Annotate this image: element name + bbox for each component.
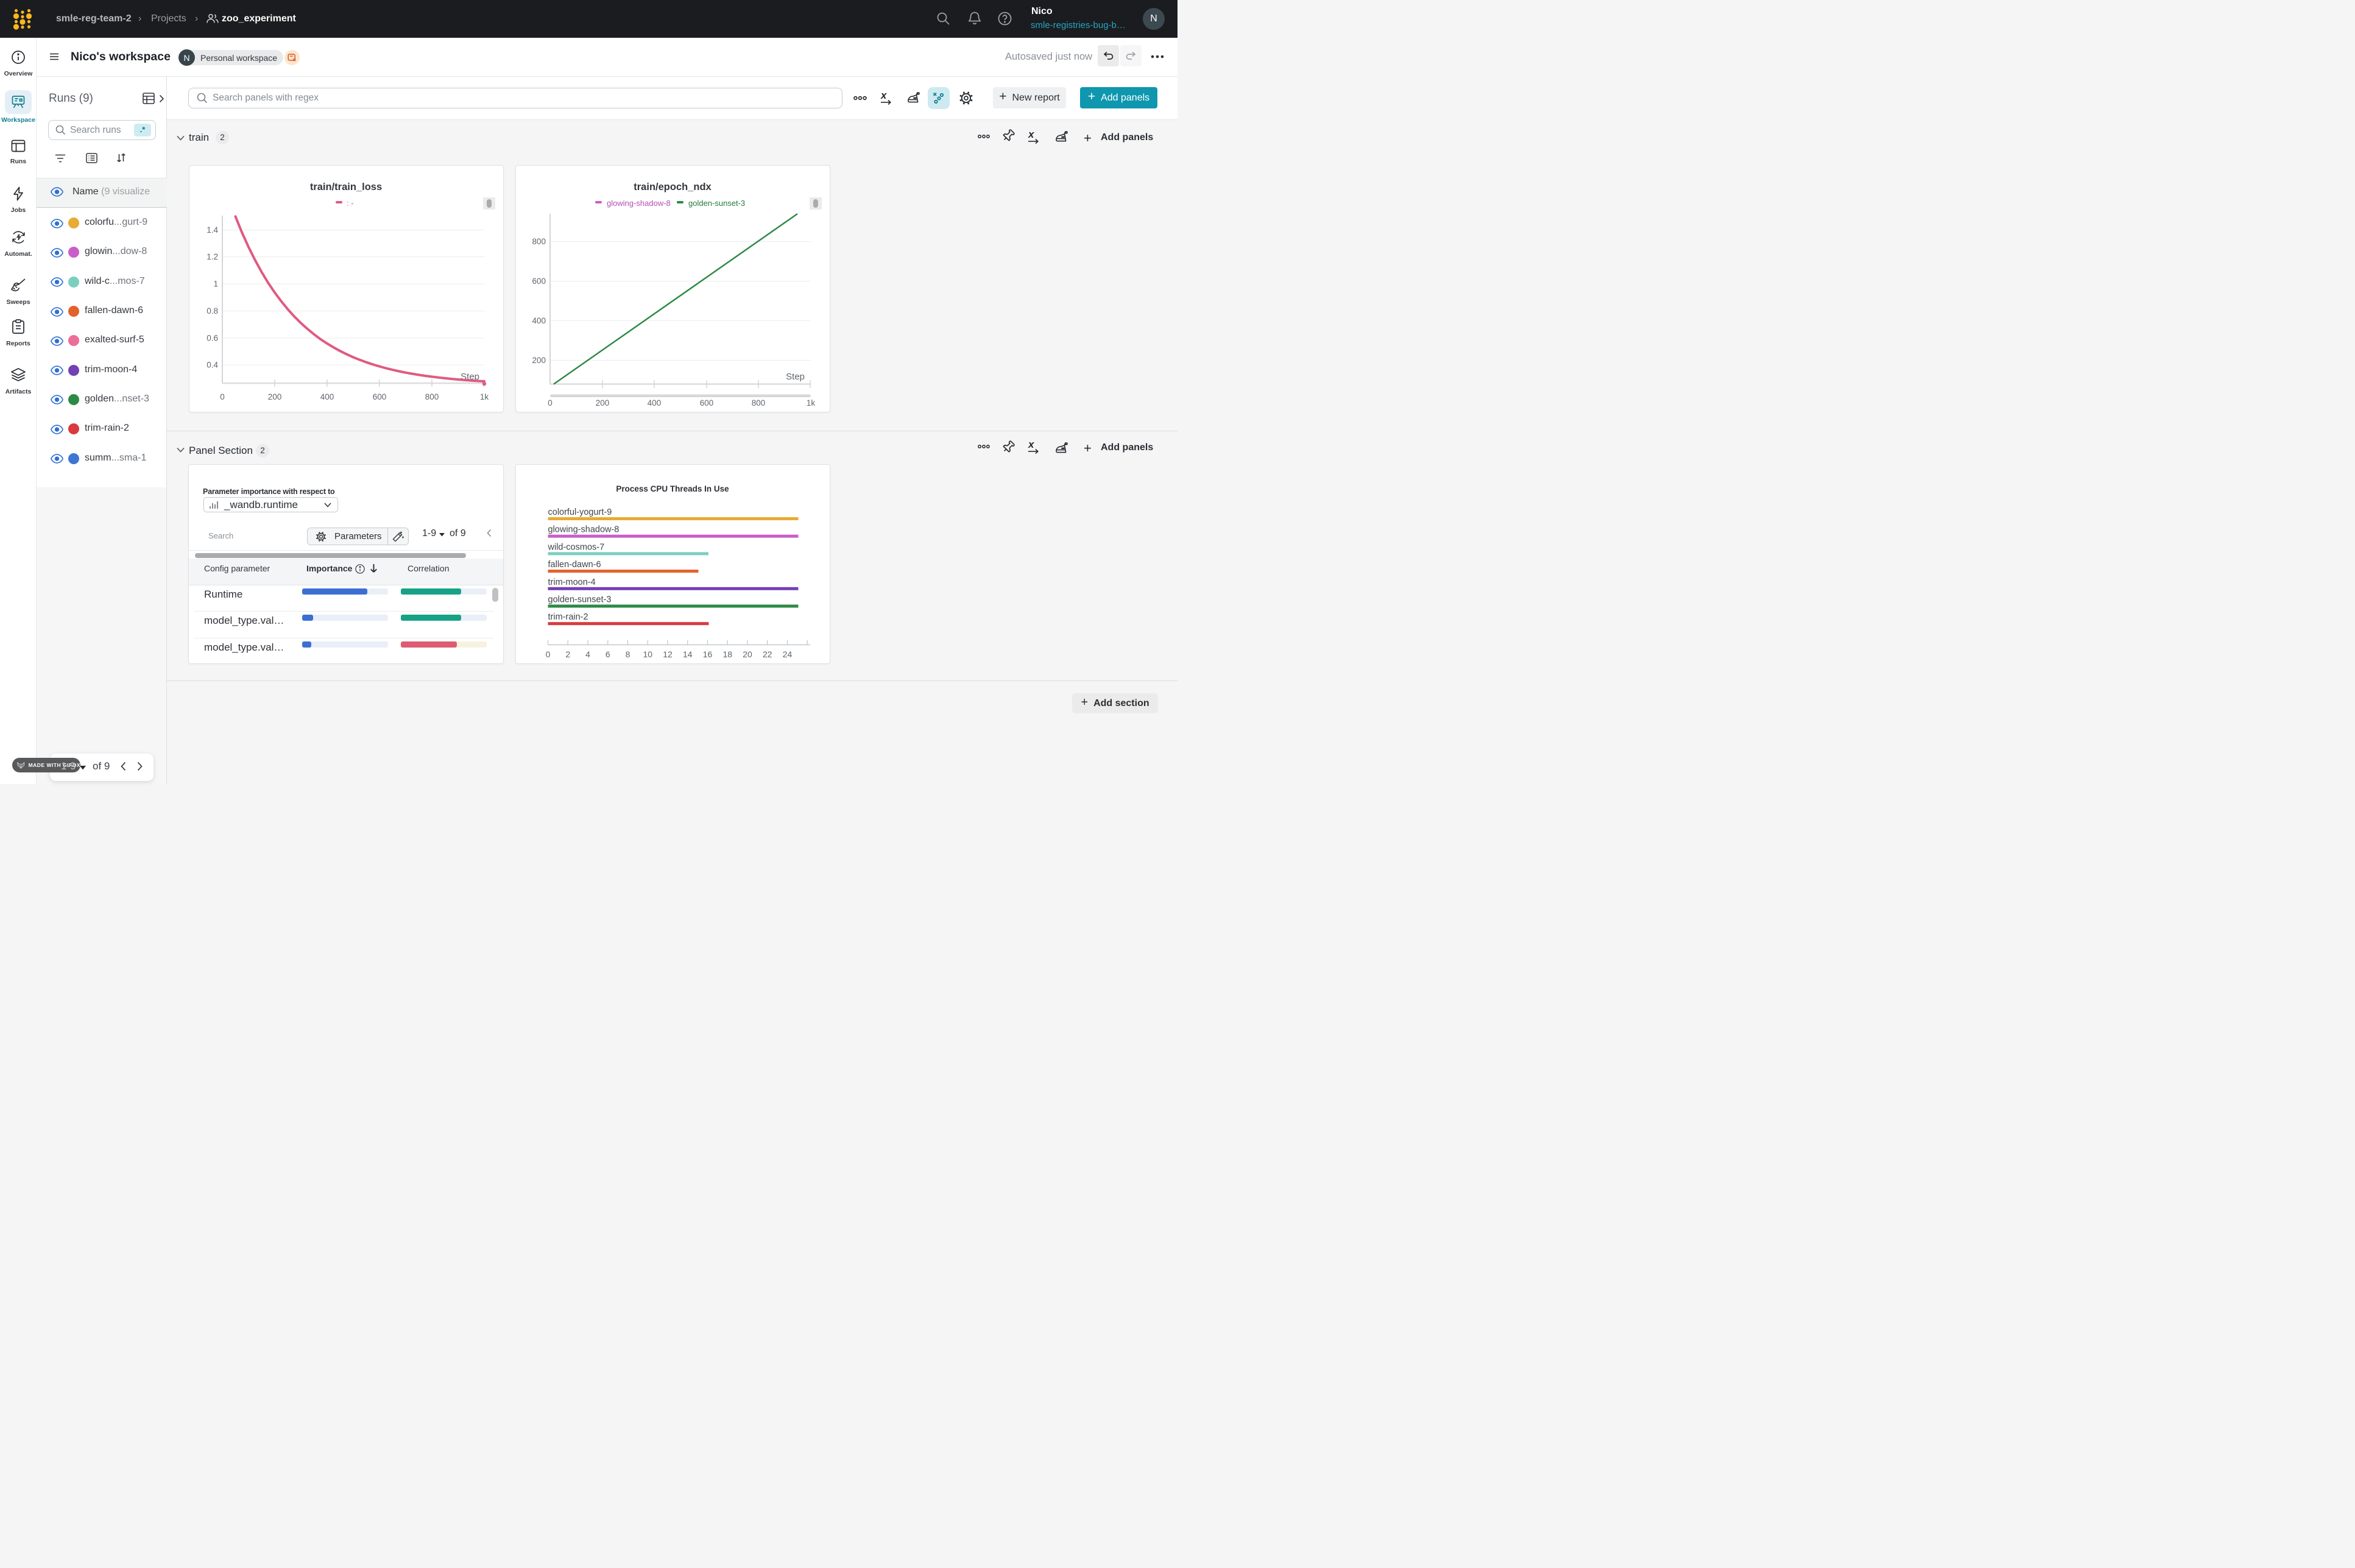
svg-text:4: 4 [585, 649, 590, 659]
svg-text:200: 200 [532, 356, 546, 365]
svg-text:glowing-shadow-8: glowing-shadow-8 [548, 525, 619, 535]
svg-text:600: 600 [699, 398, 713, 408]
svg-text:400: 400 [532, 316, 546, 325]
svg-text:0: 0 [548, 398, 553, 408]
svg-text:22: 22 [762, 649, 772, 659]
svg-text:1: 1 [213, 280, 218, 289]
svg-text:12: 12 [663, 649, 673, 659]
svg-text:0: 0 [545, 649, 550, 659]
svg-text:200: 200 [595, 398, 609, 408]
svg-text:golden-sunset-3: golden-sunset-3 [688, 199, 745, 208]
svg-text:800: 800 [532, 237, 546, 246]
svg-text:14: 14 [682, 649, 692, 659]
svg-text:fallen-dawn-6: fallen-dawn-6 [548, 560, 601, 570]
svg-text:1.2: 1.2 [207, 252, 218, 261]
svg-text:wild-cosmos-7: wild-cosmos-7 [547, 542, 604, 552]
svg-text:20: 20 [743, 649, 752, 659]
svg-text:0.6: 0.6 [207, 334, 218, 343]
svg-text:400: 400 [320, 392, 334, 401]
svg-text:2: 2 [565, 649, 570, 659]
svg-text:400: 400 [647, 398, 661, 408]
svg-text:800: 800 [751, 398, 765, 408]
svg-text:trim-moon-4: trim-moon-4 [548, 577, 595, 587]
svg-text:24: 24 [782, 649, 792, 659]
svg-text:x: x [1028, 129, 1035, 140]
svg-text:golden-sunset-3: golden-sunset-3 [548, 595, 611, 605]
svg-text:0: 0 [220, 392, 225, 401]
svg-text:10: 10 [643, 649, 652, 659]
svg-text:: -: : - [347, 199, 354, 208]
svg-text:Step: Step [786, 372, 805, 382]
svg-text:800: 800 [425, 392, 439, 401]
svg-text:1k: 1k [806, 398, 815, 408]
svg-text:trim-rain-2: trim-rain-2 [548, 612, 588, 622]
svg-text:glowing-shadow-8: glowing-shadow-8 [607, 199, 671, 208]
svg-text:18: 18 [722, 649, 732, 659]
svg-text:colorful-yogurt-9: colorful-yogurt-9 [548, 507, 612, 517]
svg-text:600: 600 [532, 277, 546, 286]
svg-text:6: 6 [605, 649, 610, 659]
svg-text:x: x [1028, 439, 1035, 450]
svg-text:0.8: 0.8 [207, 306, 218, 316]
svg-text:8: 8 [625, 649, 630, 659]
svg-text:200: 200 [267, 392, 281, 401]
svg-text:1.4: 1.4 [207, 225, 218, 235]
svg-text:16: 16 [702, 649, 712, 659]
svg-text:1k: 1k [479, 392, 489, 401]
svg-text:x: x [880, 90, 888, 101]
svg-text:600: 600 [372, 392, 386, 401]
svg-text:0.4: 0.4 [207, 361, 218, 370]
